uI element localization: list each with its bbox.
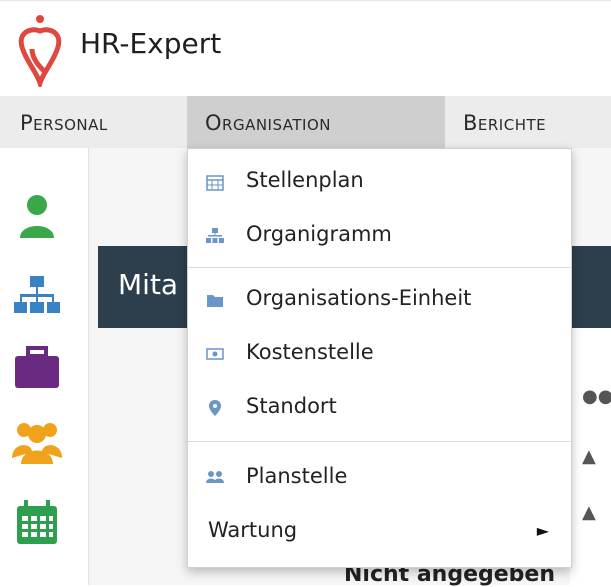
menu-organisation[interactable]: Organisation (187, 96, 445, 148)
organisation-dropdown-menu: Stellenplan Organigramm Organisations-Ei… (187, 148, 572, 568)
org-chart-icon[interactable] (12, 272, 62, 320)
menu-item-label: Organisations-Einheit (246, 286, 472, 310)
person-male-icon: ▲ (582, 446, 596, 467)
menu-item-stellenplan[interactable]: Stellenplan (188, 157, 571, 209)
menu-item-label: Organigramm (246, 222, 392, 246)
users-icon: ●● (582, 386, 611, 407)
menu-item-wartung[interactable]: Wartung ► (188, 507, 571, 559)
sidebar (0, 148, 89, 585)
menu-item-kostenstelle[interactable]: Kostenstelle (188, 329, 571, 381)
map-pin-icon (209, 400, 221, 416)
menu-item-organisations-einheit[interactable]: Organisations-Einheit (188, 275, 571, 327)
menu-item-standort[interactable]: Standort (188, 383, 571, 435)
menu-divider (188, 267, 571, 268)
menu-item-label: Stellenplan (246, 168, 364, 192)
menu-divider (188, 441, 571, 442)
group-icon[interactable] (12, 418, 62, 466)
menu-item-organigramm[interactable]: Organigramm (188, 211, 571, 263)
app-title: HR-Expert (80, 27, 222, 60)
menu-item-label: Kostenstelle (246, 340, 374, 364)
menu-item-label: Planstelle (246, 464, 348, 488)
main-menu-bar: Personal Organisation Berichte (0, 96, 611, 148)
menu-item-label: Wartung (208, 518, 298, 542)
top-bar: HR-Expert (0, 0, 611, 97)
calendar-icon[interactable] (12, 498, 62, 546)
menu-item-label: Standort (246, 394, 337, 418)
menu-berichte[interactable]: Berichte (463, 96, 546, 148)
folder-icon (207, 295, 223, 307)
hr-expert-logo-icon (18, 15, 62, 87)
users-icon (206, 471, 224, 483)
menu-item-planstelle[interactable]: Planstelle (188, 453, 571, 505)
person-female-icon: ▲ (582, 502, 596, 523)
calendar-grid-icon (206, 175, 224, 191)
menu-personal[interactable]: Personal (20, 96, 108, 148)
person-icon[interactable] (12, 192, 62, 240)
money-icon (206, 348, 224, 360)
content-header-title: Mita (118, 268, 179, 301)
submenu-arrow-icon: ► (536, 521, 549, 540)
briefcase-icon[interactable] (12, 344, 62, 392)
org-chart-icon (206, 228, 224, 243)
